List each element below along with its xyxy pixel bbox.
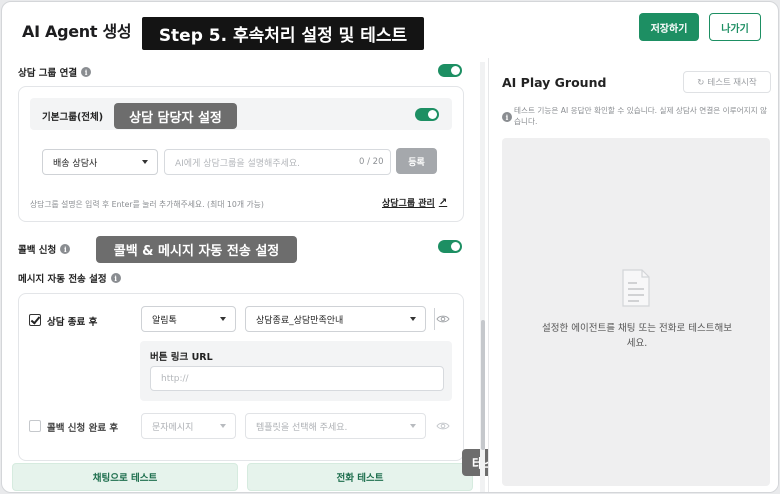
channel-select-1[interactable]: 알림톡 <box>141 306 236 332</box>
info-icon: i <box>502 112 512 122</box>
empty-state-text: 설정한 에이전트를 채팅 또는 전화로 테스트해보 세요. <box>526 321 748 351</box>
after-callback-label: 콜백 신청 완료 후 <box>47 423 119 434</box>
empty-state-line-2: 세요. <box>626 338 648 349</box>
after-consult-label: 상담 종료 후 <box>47 317 98 328</box>
auto-message-label: 메시지 자동 전송 설정 i <box>18 271 121 285</box>
call-test-button[interactable]: 전화 테스트 <box>247 463 473 491</box>
app-window: AI Agent 생성 Step 5. 후속처리 설정 및 테스트 저장하기 나… <box>1 1 779 493</box>
group-description-placeholder: AI에게 상담그룹을 설명해주세요. <box>175 158 301 169</box>
after-callback-checkbox[interactable] <box>29 420 41 432</box>
manage-group-link-text: 상담그룹 관리 <box>382 199 435 209</box>
consult-group-toggle[interactable] <box>438 64 462 77</box>
step-banner: Step 5. 후속처리 설정 및 테스트 <box>142 17 424 50</box>
template-select-1[interactable]: 상담종료_상담만족안내 <box>245 306 426 332</box>
caret-down-icon <box>410 317 416 321</box>
info-icon[interactable]: i <box>60 244 71 254</box>
default-group-toggle[interactable] <box>415 108 439 121</box>
template-select-2-value: 템플릿을 선택해 주세요. <box>256 422 348 433</box>
channel-select-2-value: 문자메시지 <box>152 422 194 433</box>
chat-area <box>502 138 770 486</box>
save-button[interactable]: 저장하기 <box>639 13 699 41</box>
default-group-title: 기본그룹(전체) <box>42 112 104 123</box>
consult-group-label-text: 상담 그룹 연결 <box>18 68 78 79</box>
chat-test-button[interactable]: 채팅으로 테스트 <box>12 463 238 491</box>
consult-group-label: 상담 그룹 연결 i <box>18 65 92 79</box>
group-hint: 상담그룹 설명은 입력 후 Enter를 눌러 추가해주세요. (최대 10개 … <box>30 200 264 209</box>
manage-group-link[interactable]: 상담그룹 관리 ↗ <box>382 196 447 209</box>
playground-title: AI Play Ground <box>502 75 607 90</box>
auto-message-label-text: 메시지 자동 전송 설정 <box>18 274 107 285</box>
info-icon[interactable]: i <box>81 67 92 77</box>
button-link-input[interactable]: http:// <box>150 366 444 391</box>
info-icon[interactable]: i <box>110 273 121 283</box>
after-consult-checkbox[interactable] <box>29 314 41 326</box>
refresh-icon: ↻ <box>697 76 705 87</box>
register-button[interactable]: 등록 <box>396 148 437 174</box>
channel-select-2[interactable]: 문자메시지 <box>141 413 236 439</box>
page-title: AI Agent 생성 <box>22 22 132 41</box>
scrollbar-thumb[interactable] <box>481 320 485 450</box>
template-select-2[interactable]: 템플릿을 선택해 주세요. <box>245 413 426 439</box>
caret-down-icon <box>220 317 226 321</box>
template-select-1-value: 상담종료_상담만족안내 <box>256 315 344 326</box>
exit-button[interactable]: 나가기 <box>709 13 761 41</box>
caret-down-icon <box>220 424 226 428</box>
callback-toggle[interactable] <box>438 240 462 253</box>
eye-icon[interactable] <box>436 421 450 431</box>
callout-callback-setting: 콜백 & 메시지 자동 전송 설정 <box>96 236 297 263</box>
retest-button[interactable]: ↻ 테스트 재시작 <box>683 71 771 93</box>
button-link-label: 버튼 링크 URL <box>150 352 213 363</box>
retest-button-label: 테스트 재시작 <box>707 77 757 87</box>
group-description-input[interactable]: AI에게 상담그룹을 설명해주세요. <box>164 149 391 175</box>
playground-note: 테스트 기능은 AI 응답만 확인할 수 있습니다. 실제 상담사 연결은 이루… <box>514 106 767 126</box>
callback-label: 콜백 신청 i <box>18 242 71 256</box>
char-counter: 0 / 20 <box>359 157 384 167</box>
callout-agent-setting: 상담 담당자 설정 <box>114 103 237 129</box>
agent-select-value: 배송 상담사 <box>53 158 98 169</box>
caret-down-icon <box>142 160 148 164</box>
callback-label-text: 콜백 신청 <box>18 245 57 256</box>
caret-down-icon <box>410 424 416 428</box>
divider <box>434 308 435 330</box>
document-icon <box>622 269 650 307</box>
agent-select[interactable]: 배송 상담사 <box>42 149 158 175</box>
button-link-placeholder: http:// <box>161 373 189 384</box>
external-arrow-icon: ↗ <box>438 197 448 208</box>
eye-icon[interactable] <box>436 314 450 324</box>
empty-state-line-1: 설정한 에이전트를 채팅 또는 전화로 테스트해보 <box>542 323 732 334</box>
channel-select-1-value: 알림톡 <box>152 315 177 326</box>
